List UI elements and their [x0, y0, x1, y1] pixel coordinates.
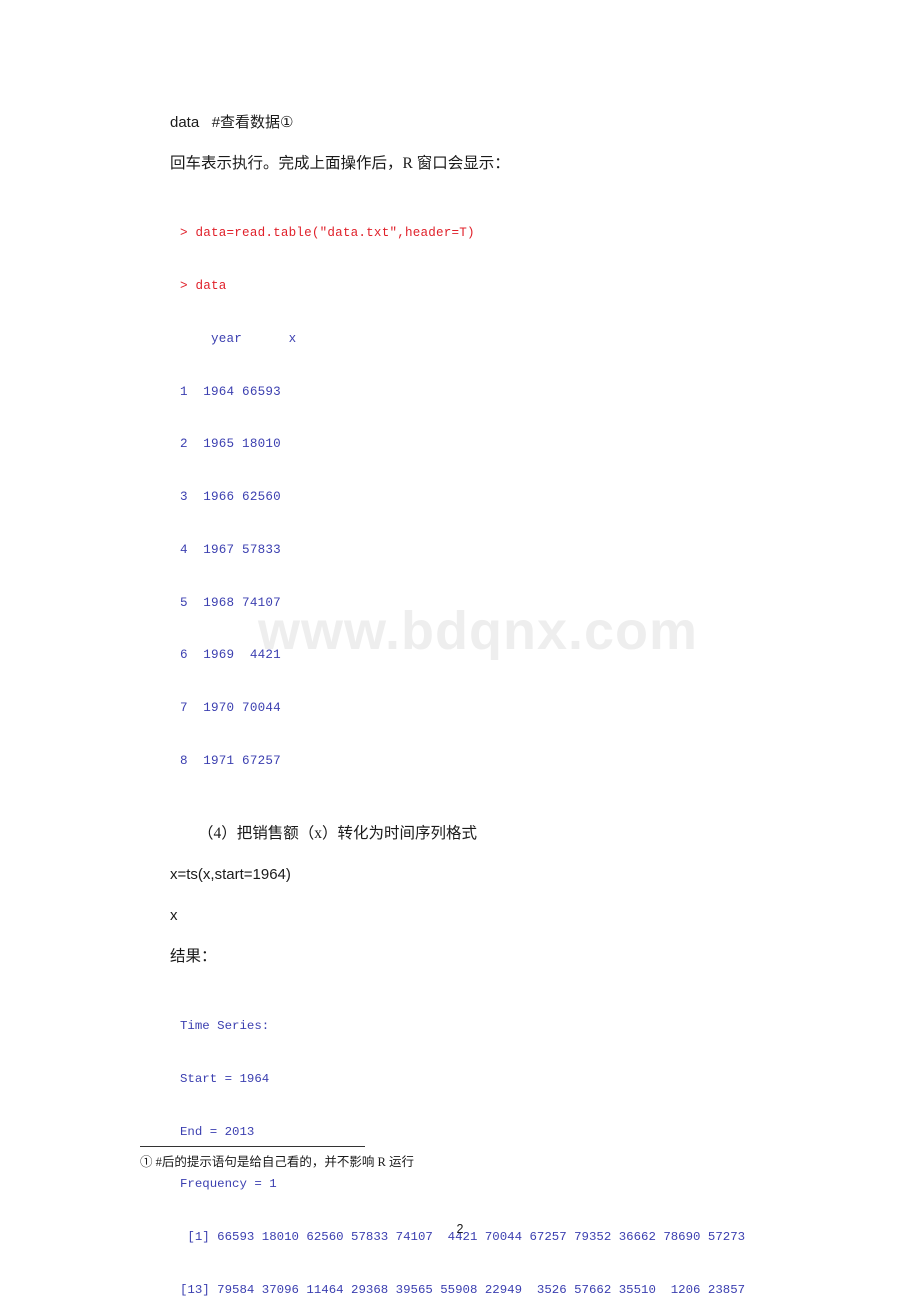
code-line-x: x — [170, 906, 178, 924]
footnote-text: ① #后的提示语句是给自己看的，并不影响 R 运行 — [140, 1155, 414, 1169]
page-number: 2 — [456, 1222, 464, 1236]
time-series-start: Start = 1964 — [180, 1071, 270, 1086]
table-row: 4 1967 57833 — [180, 542, 281, 557]
time-series-end: End = 2013 — [180, 1124, 255, 1139]
table-row: 5 1968 74107 — [180, 595, 281, 610]
table-row: 8 1971 67257 — [180, 754, 281, 768]
table-row: 3 1966 62560 — [180, 490, 281, 505]
console-command-data: > data — [180, 278, 227, 293]
time-series-label: Time Series: — [180, 1018, 270, 1033]
table-row: 6 1969 4421 — [180, 648, 281, 663]
table-row: 7 1970 70044 — [180, 701, 281, 716]
footnote-separator — [140, 1146, 365, 1147]
page-content: data #查看数据① 回车表示执行。完成上面操作后，R 窗口会显示： > da… — [170, 108, 830, 1302]
line-data-comment: data #查看数据① — [170, 114, 294, 131]
document-page: www.bdqnx.com data #查看数据① 回车表示执行。完成上面操作后… — [0, 0, 920, 1302]
console-output-time-series: Time Series: Start = 1964 End = 2013 Fre… — [180, 983, 830, 1302]
heading-step-4: （4）把销售额（x）转化为时间序列格式 — [198, 824, 478, 842]
console-command-read-table: > data=read.table("data.txt",header=T) — [180, 226, 475, 241]
table-row: 2 1965 18010 — [180, 437, 281, 452]
time-series-value-row: [13] 79584 37096 11464 29368 39565 55908… — [180, 1282, 746, 1297]
time-series-frequency: Frequency = 1 — [180, 1177, 277, 1192]
console-output-read-table: > data=read.table("data.txt",header=T) >… — [180, 190, 830, 806]
footnote-area: ① #后的提示语句是给自己看的，并不影响 R 运行 — [140, 1146, 840, 1171]
code-line-ts: x=ts(x,start=1964) — [170, 865, 291, 883]
table-row: 1 1964 66593 — [180, 384, 281, 399]
console-table-header: year x — [180, 331, 297, 346]
label-result: 结果： — [170, 947, 217, 965]
line-enter-exec: 回车表示执行。完成上面操作后，R 窗口会显示： — [170, 155, 510, 172]
